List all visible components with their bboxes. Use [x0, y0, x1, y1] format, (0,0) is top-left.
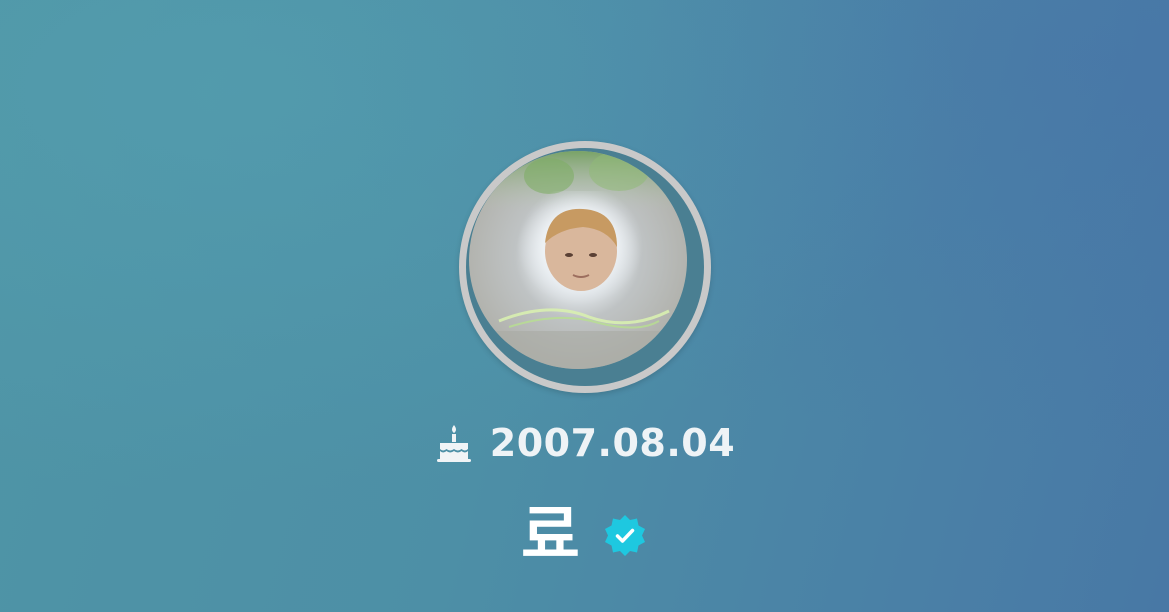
cake-icon: [436, 425, 471, 462]
birthday-row: 2007.08.04: [0, 418, 1169, 468]
avatar-image: [469, 151, 687, 369]
avatar[interactable]: [469, 151, 687, 369]
avatar-ring[interactable]: [459, 141, 711, 393]
name-row: 료: [0, 496, 1169, 576]
verified-badge-icon: [604, 515, 645, 556]
profile-name: 료: [521, 499, 580, 573]
birthday-date: 2007.08.04: [489, 421, 736, 465]
